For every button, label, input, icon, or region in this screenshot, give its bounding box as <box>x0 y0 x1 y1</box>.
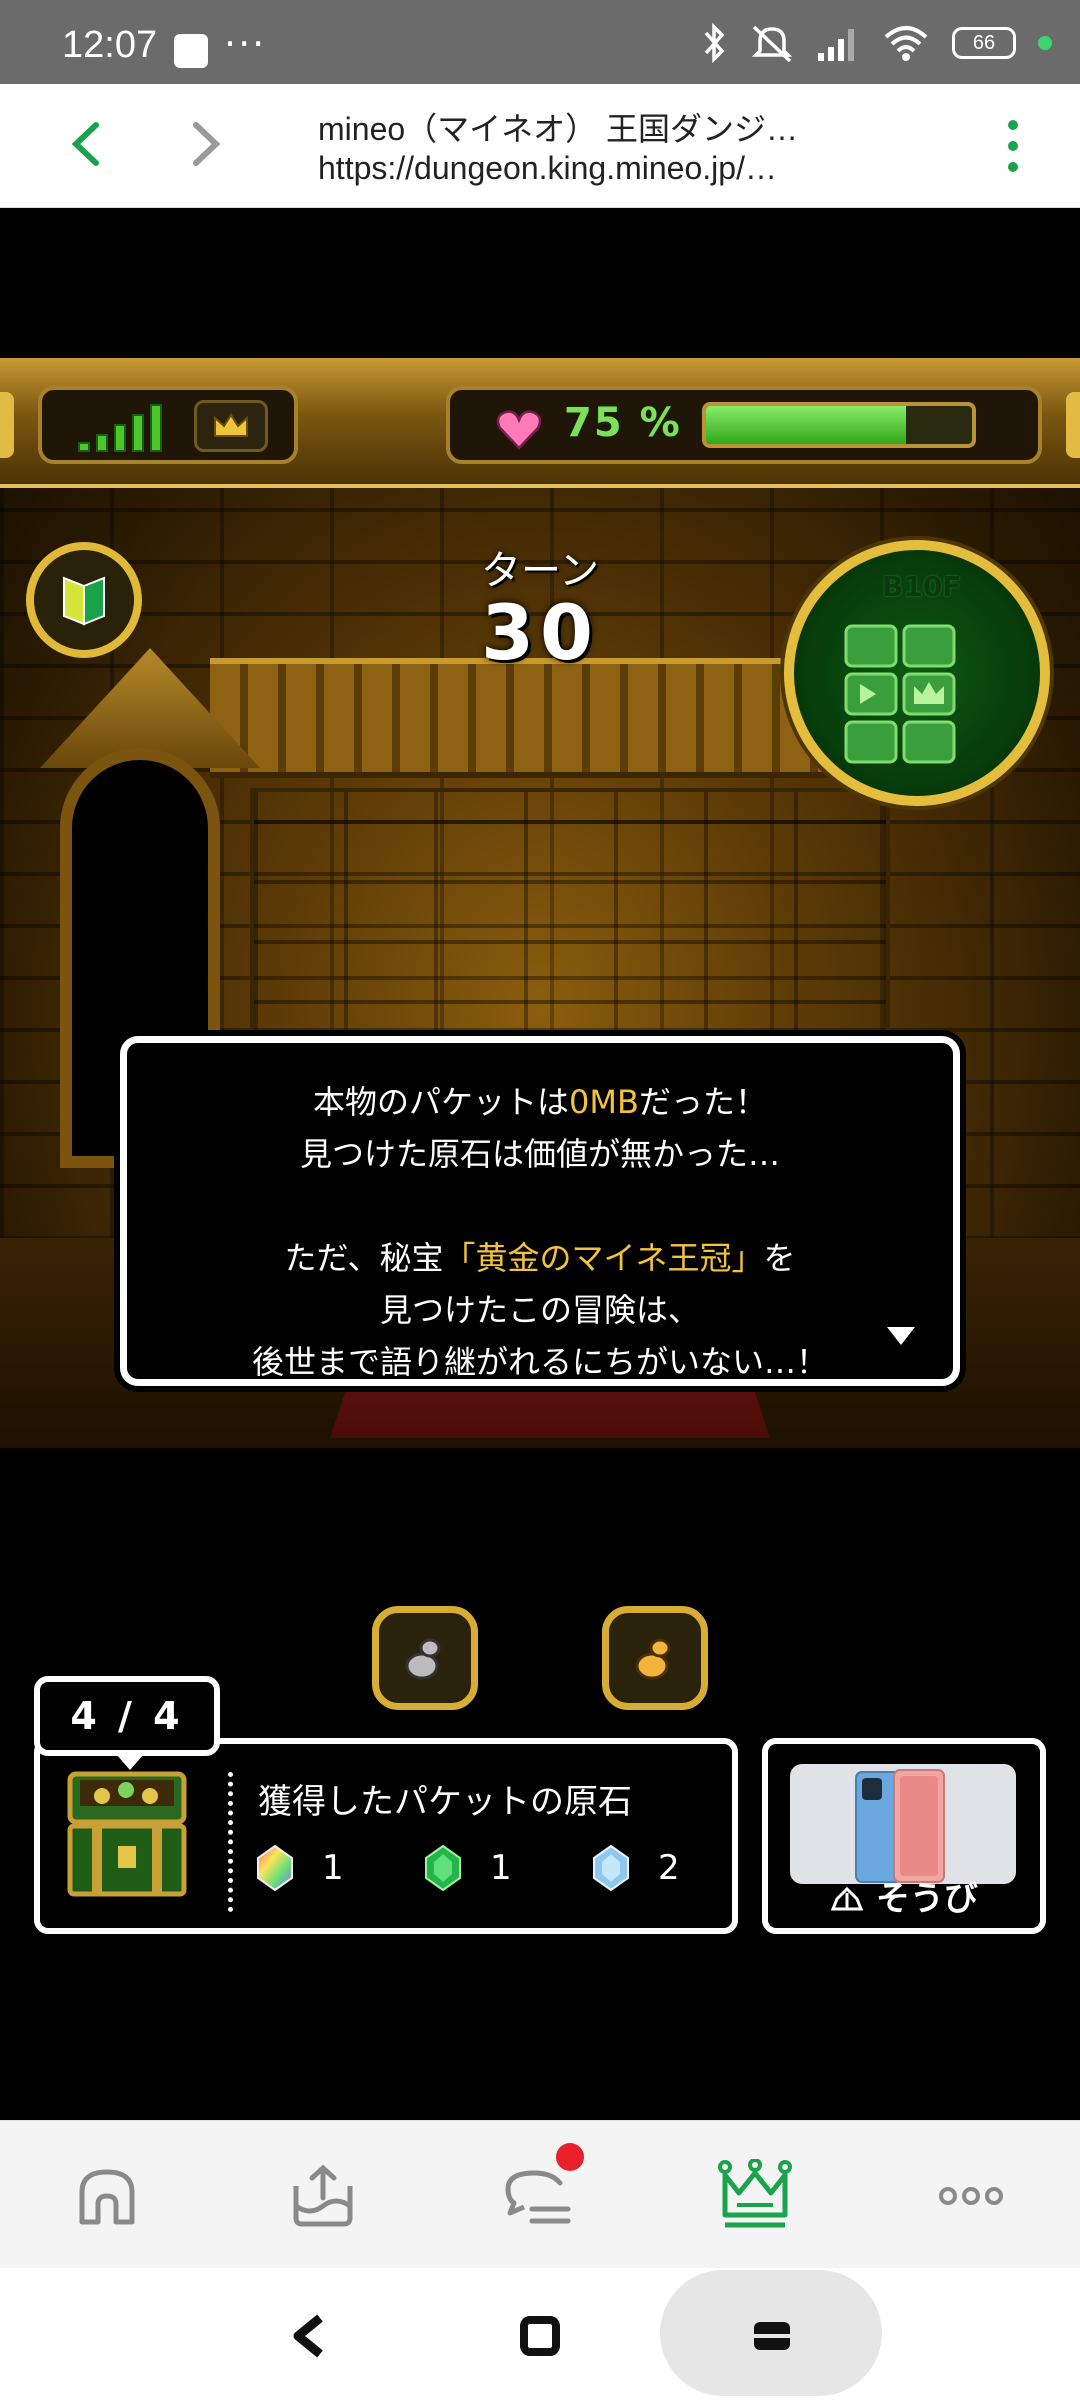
vertical-dots-icon <box>1008 120 1018 172</box>
upload-icon <box>293 2164 353 2227</box>
chevron-right-icon <box>193 122 221 166</box>
crown-icon <box>194 400 268 452</box>
top-hud: 75 % <box>0 358 1080 488</box>
message-line-1: 本物のパケットは0MBだった！ <box>313 1083 767 1121</box>
game-view[interactable]: 75 % ターン 30 B10F 本物のパケットは0MBだった！ 見つけた原石は… <box>0 208 1080 2120</box>
message-line-4: 見つけたこの冒険は、 <box>379 1291 700 1329</box>
nav-home-button[interactable] <box>62 2151 152 2241</box>
loot-title: 獲得したパケットの原石 <box>258 1782 632 1822</box>
status-time: 12:07 <box>62 24 158 66</box>
gem-item-blue: 2 <box>592 1844 760 1892</box>
screen: 12:07 ··· 66 mineo（マイネオ） 王国ダンジ… https://… <box>0 0 1080 2400</box>
home-square-icon <box>520 2316 560 2356</box>
hp-bar-fill <box>706 406 906 444</box>
gem-item-rainbow: 1 <box>256 1844 424 1892</box>
dungeon-back-wall <box>250 788 890 1068</box>
wifi-icon <box>884 26 928 61</box>
gem-count: 2 <box>658 1848 680 1888</box>
cell-signal-icon <box>818 29 854 61</box>
nav-upload-button[interactable] <box>278 2151 368 2241</box>
forward-button[interactable] <box>174 112 238 176</box>
continue-arrow-icon <box>887 1327 915 1345</box>
notification-icon <box>174 34 208 68</box>
message-line-5: 後世まで語り継がれるにちがいない…！ <box>251 1343 828 1381</box>
system-back-button[interactable] <box>280 2306 340 2366</box>
crown-icon <box>718 2159 792 2228</box>
floor-label: B10F <box>882 570 962 603</box>
heart-icon <box>496 410 542 450</box>
dialogue-box[interactable]: 本物のパケットは0MBだった！ 見つけた原石は価値が無かった… ただ、秘宝「黄金… <box>120 1036 960 1386</box>
back-button[interactable] <box>54 112 118 176</box>
equipment-button[interactable]: そうび <box>762 1738 1046 1934</box>
signal-bars-icon <box>78 404 162 452</box>
gem-item-green: 1 <box>424 1844 592 1892</box>
nav-more-button[interactable] <box>926 2151 1016 2241</box>
home-icon <box>79 2169 135 2225</box>
system-nav-bar <box>0 2268 1080 2400</box>
treasure-chest-icon <box>67 1771 187 1897</box>
chevron-left-icon <box>71 122 99 166</box>
gray-bag-icon <box>405 1638 441 1680</box>
gem-count: 1 <box>490 1848 512 1888</box>
system-home-button[interactable] <box>510 2306 570 2366</box>
loot-divider <box>228 1772 233 1912</box>
hp-bar <box>702 402 976 448</box>
equipped-phone-image <box>790 1764 1016 1884</box>
chat-icon <box>505 2170 571 2224</box>
more-notifications-icon: ··· <box>224 22 267 66</box>
blue-gem-icon <box>593 1844 629 1892</box>
minimap-grid <box>844 624 956 764</box>
gem-list: 1 1 2 <box>256 1844 760 1892</box>
bluetooth-icon <box>704 23 725 63</box>
app-bottom-nav <box>0 2120 1080 2268</box>
message-line-2: 見つけた原石は価値が無かった… <box>299 1135 780 1173</box>
message-line-3: ただ、秘宝「黄金のマイネ王冠」を <box>284 1239 796 1277</box>
overflow-menu-button[interactable] <box>1006 118 1020 178</box>
beginner-badge-button[interactable] <box>26 542 142 658</box>
equipment-label: そうび <box>768 1871 1040 1920</box>
more-icon <box>939 2187 1003 2205</box>
privacy-indicator-dot <box>1038 36 1052 50</box>
menu-icon <box>754 2322 790 2350</box>
equipment-icon <box>830 1886 864 1911</box>
system-recents-button[interactable] <box>742 2306 802 2366</box>
loot-count-tag: 4 / 4 <box>34 1676 220 1770</box>
beginner-mark-icon <box>63 576 105 626</box>
gray-item-button[interactable] <box>372 1606 478 1710</box>
nav-crown-button[interactable] <box>710 2151 800 2241</box>
browser-toolbar: mineo（マイネオ） 王国ダンジ… https://dungeon.king.… <box>0 84 1080 208</box>
back-triangle-icon <box>293 2314 323 2358</box>
hud-cap-left <box>0 392 14 458</box>
minimap-button[interactable]: B10F <box>784 540 1050 806</box>
gem-count: 1 <box>322 1848 344 1888</box>
status-icons: 66 <box>702 22 1052 64</box>
chat-notification-dot <box>556 2143 584 2171</box>
hp-panel: 75 % <box>446 386 1042 464</box>
gold-item-button[interactable] <box>602 1606 708 1710</box>
page-title: mineo（マイネオ） 王国ダンジ… <box>318 111 799 147</box>
gold-bag-icon <box>635 1638 671 1680</box>
status-bar: 12:07 ··· 66 <box>0 0 1080 84</box>
page-url[interactable]: https://dungeon.king.mineo.jp/… <box>318 150 777 187</box>
mute-icon <box>751 25 793 63</box>
battery-indicator: 66 <box>952 27 1016 59</box>
signal-panel <box>38 386 298 464</box>
hud-cap-right <box>1066 392 1080 458</box>
hp-percentage: 75 % <box>564 400 682 446</box>
rainbow-gem-icon <box>257 1844 293 1892</box>
green-gem-icon <box>425 1844 461 1892</box>
